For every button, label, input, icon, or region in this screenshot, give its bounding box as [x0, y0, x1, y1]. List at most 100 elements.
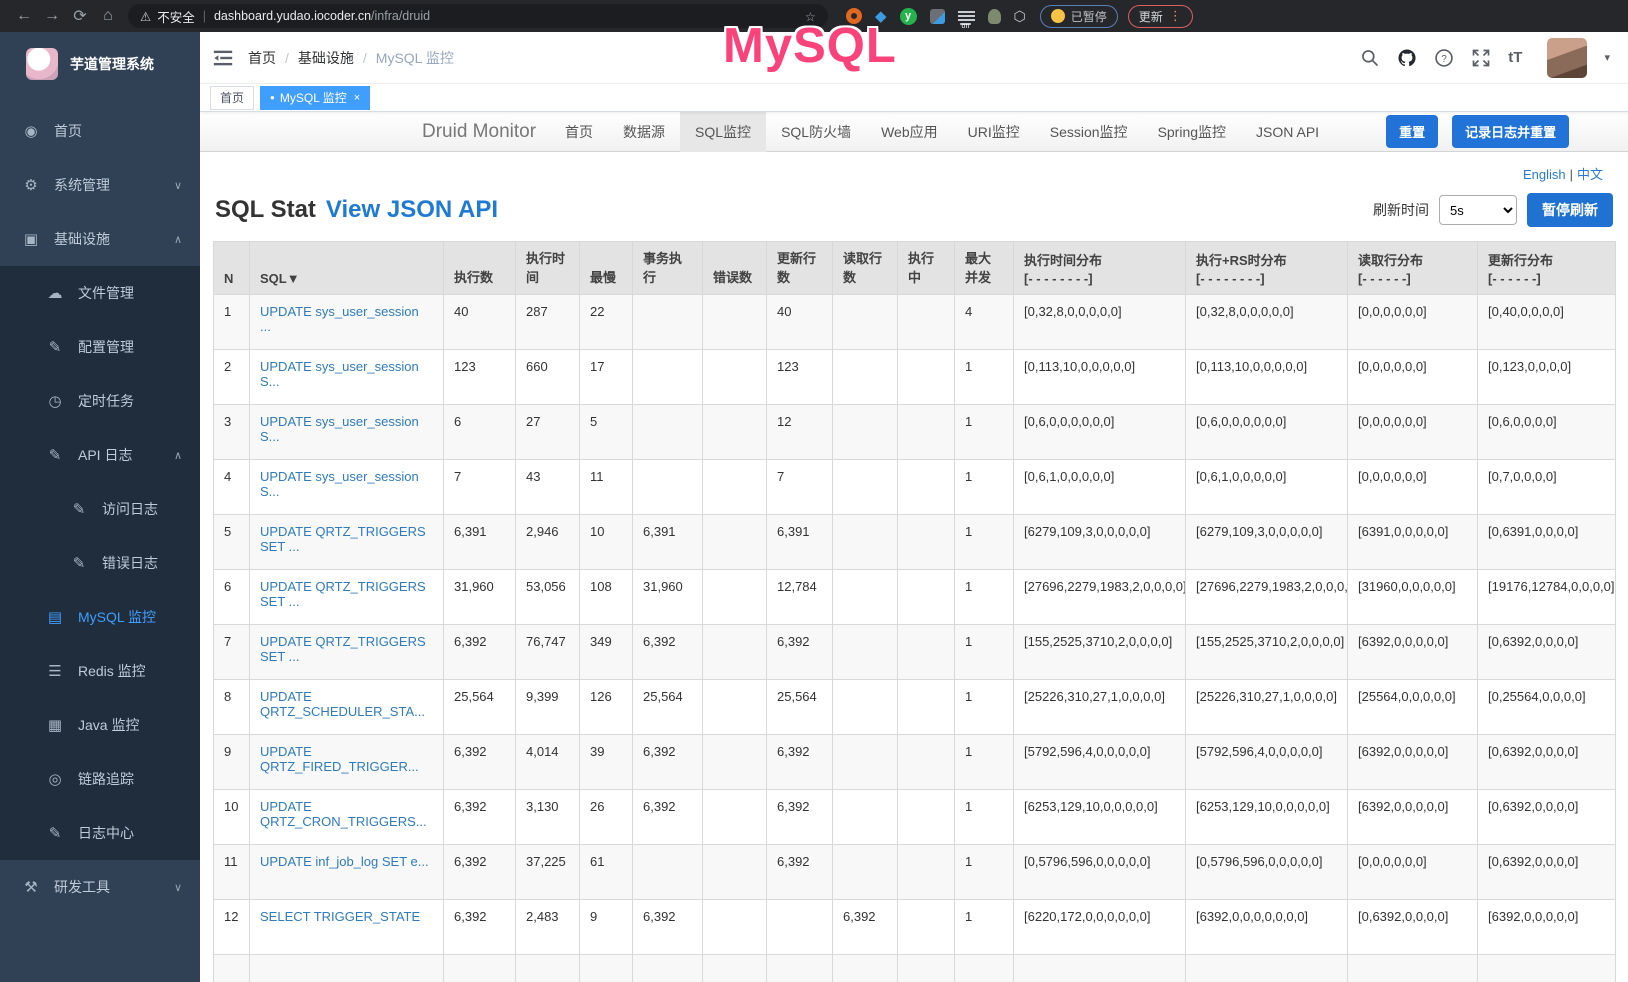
sql-link[interactable]: UPDATE sys_user_session ... — [260, 304, 419, 334]
help-icon[interactable]: ? — [1434, 48, 1454, 68]
druid-nav-Web应用[interactable]: Web应用 — [866, 112, 953, 152]
column-header[interactable]: 执行数 — [444, 242, 516, 295]
data-cell — [703, 680, 767, 735]
sidebar-item-devtools[interactable]: ⚒研发工具∨ — [0, 860, 200, 914]
user-avatar[interactable] — [1547, 38, 1587, 78]
druid-nav-数据源[interactable]: 数据源 — [608, 112, 680, 152]
hamburger-icon[interactable] — [212, 47, 234, 69]
sql-link[interactable]: UPDATE QRTZ_TRIGGERS SET ... — [260, 579, 426, 609]
druid-nav-SQL防火墙[interactable]: SQL防火墙 — [766, 112, 866, 152]
column-header[interactable]: SQL▼ — [250, 242, 444, 295]
column-header[interactable]: 最大并发 — [955, 242, 1014, 295]
sql-link[interactable]: SELECT TRIGGER_STATE — [260, 909, 420, 924]
proxy-extension-icon[interactable] — [988, 9, 1001, 24]
data-cell: [6220,172,0,0,0,0,0,0] — [1014, 900, 1186, 955]
reset-button[interactable]: 重置 — [1386, 115, 1438, 148]
tab-首页[interactable]: 首页 — [210, 86, 254, 110]
column-header[interactable]: 更新行数 — [767, 242, 833, 295]
sidebar-item-system[interactable]: ⚙系统管理∨ — [0, 158, 200, 212]
sidebar-item-error-log[interactable]: ✎错误日志 — [0, 536, 200, 590]
sidebar-item-file[interactable]: ☁文件管理 — [0, 266, 200, 320]
tab-MySQL 监控[interactable]: ●MySQL 监控× — [260, 86, 370, 110]
column-header[interactable]: 读取行数 — [833, 242, 898, 295]
sql-link[interactable]: UPDATE QRTZ_TRIGGERS SET ... — [260, 524, 426, 554]
chevron-down-icon[interactable]: ▾ — [1604, 51, 1610, 64]
app-logo-row[interactable]: 芋道管理系统 — [0, 32, 200, 96]
column-header[interactable]: 执行时间 — [516, 242, 580, 295]
data-cell: [0,5796,596,0,0,0,0,0] — [1186, 845, 1348, 900]
data-cell — [703, 350, 767, 405]
sql-link[interactable]: UPDATE sys_user_session S... — [260, 414, 419, 444]
data-cell: 39 — [580, 735, 633, 790]
data-cell — [898, 735, 955, 790]
data-cell: [27696,2279,1983,2,0,0,0,0] — [1186, 570, 1348, 625]
sidebar-item-home[interactable]: ◉首页 — [0, 104, 200, 158]
column-header[interactable]: 事务执行 — [633, 242, 703, 295]
sidebar-item-log-center[interactable]: ✎日志中心 — [0, 806, 200, 860]
druid-nav-URI监控[interactable]: URI监控 — [953, 112, 1035, 152]
sidebar-item-infra[interactable]: ▣基础设施∧ — [0, 212, 200, 266]
close-icon[interactable]: × — [354, 92, 360, 104]
sidebar-item-redis[interactable]: ☰Redis 监控 — [0, 644, 200, 698]
apps-extension-icon[interactable] — [930, 9, 945, 24]
sql-link[interactable]: UPDATE QRTZ_TRIGGERS SET ... — [260, 634, 426, 664]
paused-badge[interactable]: 已暂停 — [1040, 5, 1118, 28]
font-size-icon[interactable]: tT — [1508, 49, 1522, 66]
sql-link[interactable]: UPDATE sys_user_session S... — [260, 469, 419, 499]
column-header[interactable]: 执行时间分布[- - - - - - - -] — [1014, 242, 1186, 295]
data-cell: 6,392 — [767, 845, 833, 900]
column-header[interactable]: 更新行分布[- - - - - -] — [1478, 242, 1616, 295]
data-cell — [833, 790, 898, 845]
sql-link[interactable]: UPDATE inf_job_log SET e... — [260, 854, 429, 869]
druid-nav-SQL监控[interactable]: SQL监控 — [680, 112, 766, 152]
puzzle-extensions-icon[interactable]: ⬡ — [1014, 8, 1026, 25]
search-icon[interactable] — [1360, 48, 1380, 68]
forward-icon[interactable]: → — [38, 7, 66, 25]
security-warning-icon: ⚠ — [140, 9, 151, 24]
sidebar-item-cron[interactable]: ◷定时任务 — [0, 374, 200, 428]
breadcrumb-item[interactable]: 基础设施 — [298, 48, 354, 68]
log-and-reset-button[interactable]: 记录日志并重置 — [1452, 115, 1569, 148]
data-cell: 2 — [214, 350, 250, 405]
druid-nav-首页[interactable]: 首页 — [550, 112, 608, 152]
update-button[interactable]: 更新⋮ — [1128, 5, 1193, 28]
druid-nav-Spring监控[interactable]: Spring监控 — [1143, 112, 1241, 152]
sidebar-item-api-log[interactable]: ✎API 日志∧ — [0, 428, 200, 482]
sidebar-item-trace[interactable]: ◎链路追踪 — [0, 752, 200, 806]
y-extension-icon[interactable]: y — [900, 8, 917, 25]
sidebar-item-access-log[interactable]: ✎访问日志 — [0, 482, 200, 536]
sql-link[interactable]: UPDATE sys_user_session S... — [260, 359, 419, 389]
breadcrumb-item[interactable]: 首页 — [248, 48, 276, 68]
column-header-label: 读取行分布 — [1358, 250, 1467, 269]
browser-menu-icon[interactable]: ⋮ — [1169, 8, 1182, 24]
fullscreen-icon[interactable] — [1471, 48, 1491, 68]
refresh-interval-select[interactable]: 5s — [1439, 195, 1517, 225]
column-header[interactable]: 执行+RS时分布[- - - - - - - -] — [1186, 242, 1348, 295]
view-json-api-link[interactable]: View JSON API — [326, 196, 498, 224]
pause-refresh-button[interactable]: 暂停刷新 — [1527, 193, 1613, 227]
lang-english-link[interactable]: English — [1523, 167, 1566, 182]
lang-chinese-link[interactable]: 中文 — [1577, 167, 1603, 182]
column-header[interactable]: N — [214, 242, 250, 295]
security-warning-label[interactable]: 不安全 — [157, 7, 195, 26]
column-header[interactable]: 执行中 — [898, 242, 955, 295]
column-header[interactable]: 错误数 — [703, 242, 767, 295]
breadcrumb-separator: / — [363, 50, 367, 66]
sql-link[interactable]: UPDATE QRTZ_SCHEDULER_STA... — [260, 689, 425, 719]
druid-nav-JSON API[interactable]: JSON API — [1241, 112, 1334, 152]
column-header[interactable]: 最慢 — [580, 242, 633, 295]
sidebar-item-mysql[interactable]: ▤MySQL 监控 — [0, 590, 200, 644]
sql-link[interactable]: UPDATE QRTZ_CRON_TRIGGERS... — [260, 799, 427, 829]
home-icon[interactable]: ⌂ — [94, 7, 122, 25]
distribution-brackets: [- - - - - - - -] — [1196, 271, 1337, 286]
github-icon[interactable] — [1397, 48, 1417, 68]
list-extension-icon[interactable]: on — [958, 9, 975, 23]
sidebar-item-java[interactable]: ▦Java 监控 — [0, 698, 200, 752]
column-header[interactable]: 读取行分布[- - - - - -] — [1348, 242, 1478, 295]
reload-icon[interactable]: ⟳ — [66, 6, 94, 26]
sql-link[interactable]: UPDATE QRTZ_FIRED_TRIGGER... — [260, 744, 419, 774]
druid-brand[interactable]: Druid Monitor — [408, 121, 550, 143]
sidebar-item-config[interactable]: ✎配置管理 — [0, 320, 200, 374]
back-icon[interactable]: ← — [10, 7, 38, 25]
druid-nav-Session监控[interactable]: Session监控 — [1035, 112, 1143, 152]
